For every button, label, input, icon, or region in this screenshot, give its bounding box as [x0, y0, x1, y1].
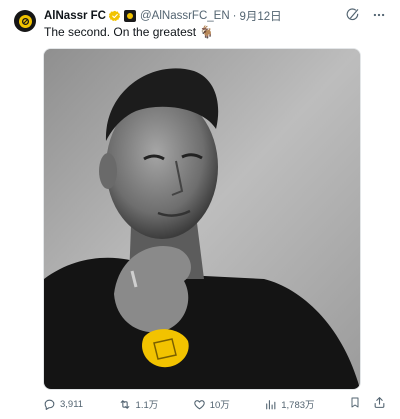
affiliate-badge-icon[interactable] — [124, 10, 136, 22]
views-count: 1,783万 — [281, 400, 315, 411]
reply-icon — [44, 399, 55, 410]
reply-count: 3,911 — [60, 398, 84, 410]
right-actions — [349, 396, 386, 412]
more-icon[interactable] — [372, 8, 386, 22]
views-icon — [266, 399, 276, 409]
bookmark-icon[interactable] — [349, 396, 361, 412]
tweet: AlNassr FC @AlNassrFC_EN · 9月12日 The sec… — [0, 0, 400, 419]
share-icon[interactable] — [373, 396, 386, 412]
top-actions — [346, 8, 386, 22]
avatar[interactable] — [14, 10, 36, 32]
retweet-icon — [120, 399, 129, 409]
tweet-header: AlNassr FC @AlNassrFC_EN · 9月12日 — [44, 8, 282, 24]
author-name[interactable]: AlNassr FC — [44, 10, 106, 22]
grok-icon[interactable] — [346, 8, 360, 22]
separator: · — [232, 10, 237, 22]
tweet-photo[interactable] — [43, 48, 361, 390]
retweet-button[interactable]: 1.1万 — [118, 397, 159, 411]
like-button[interactable]: 10万 — [193, 397, 230, 411]
author-handle[interactable]: @AlNassrFC_EN — [140, 10, 230, 22]
retweet-count: 1.1万 — [135, 400, 159, 411]
club-logo-icon — [18, 14, 32, 28]
action-bar: 3,911 1.1万 10万 1,783万 — [43, 396, 386, 412]
tweet-text: The second. On the greatest 🐐 — [44, 25, 215, 39]
post-date[interactable]: 9月12日 — [239, 8, 281, 24]
reply-button[interactable]: 3,911 — [43, 398, 83, 411]
views-button[interactable]: 1,783万 — [264, 397, 315, 411]
verified-badge-icon[interactable] — [109, 10, 121, 22]
heart-icon — [193, 399, 205, 409]
like-count: 10万 — [209, 400, 230, 411]
